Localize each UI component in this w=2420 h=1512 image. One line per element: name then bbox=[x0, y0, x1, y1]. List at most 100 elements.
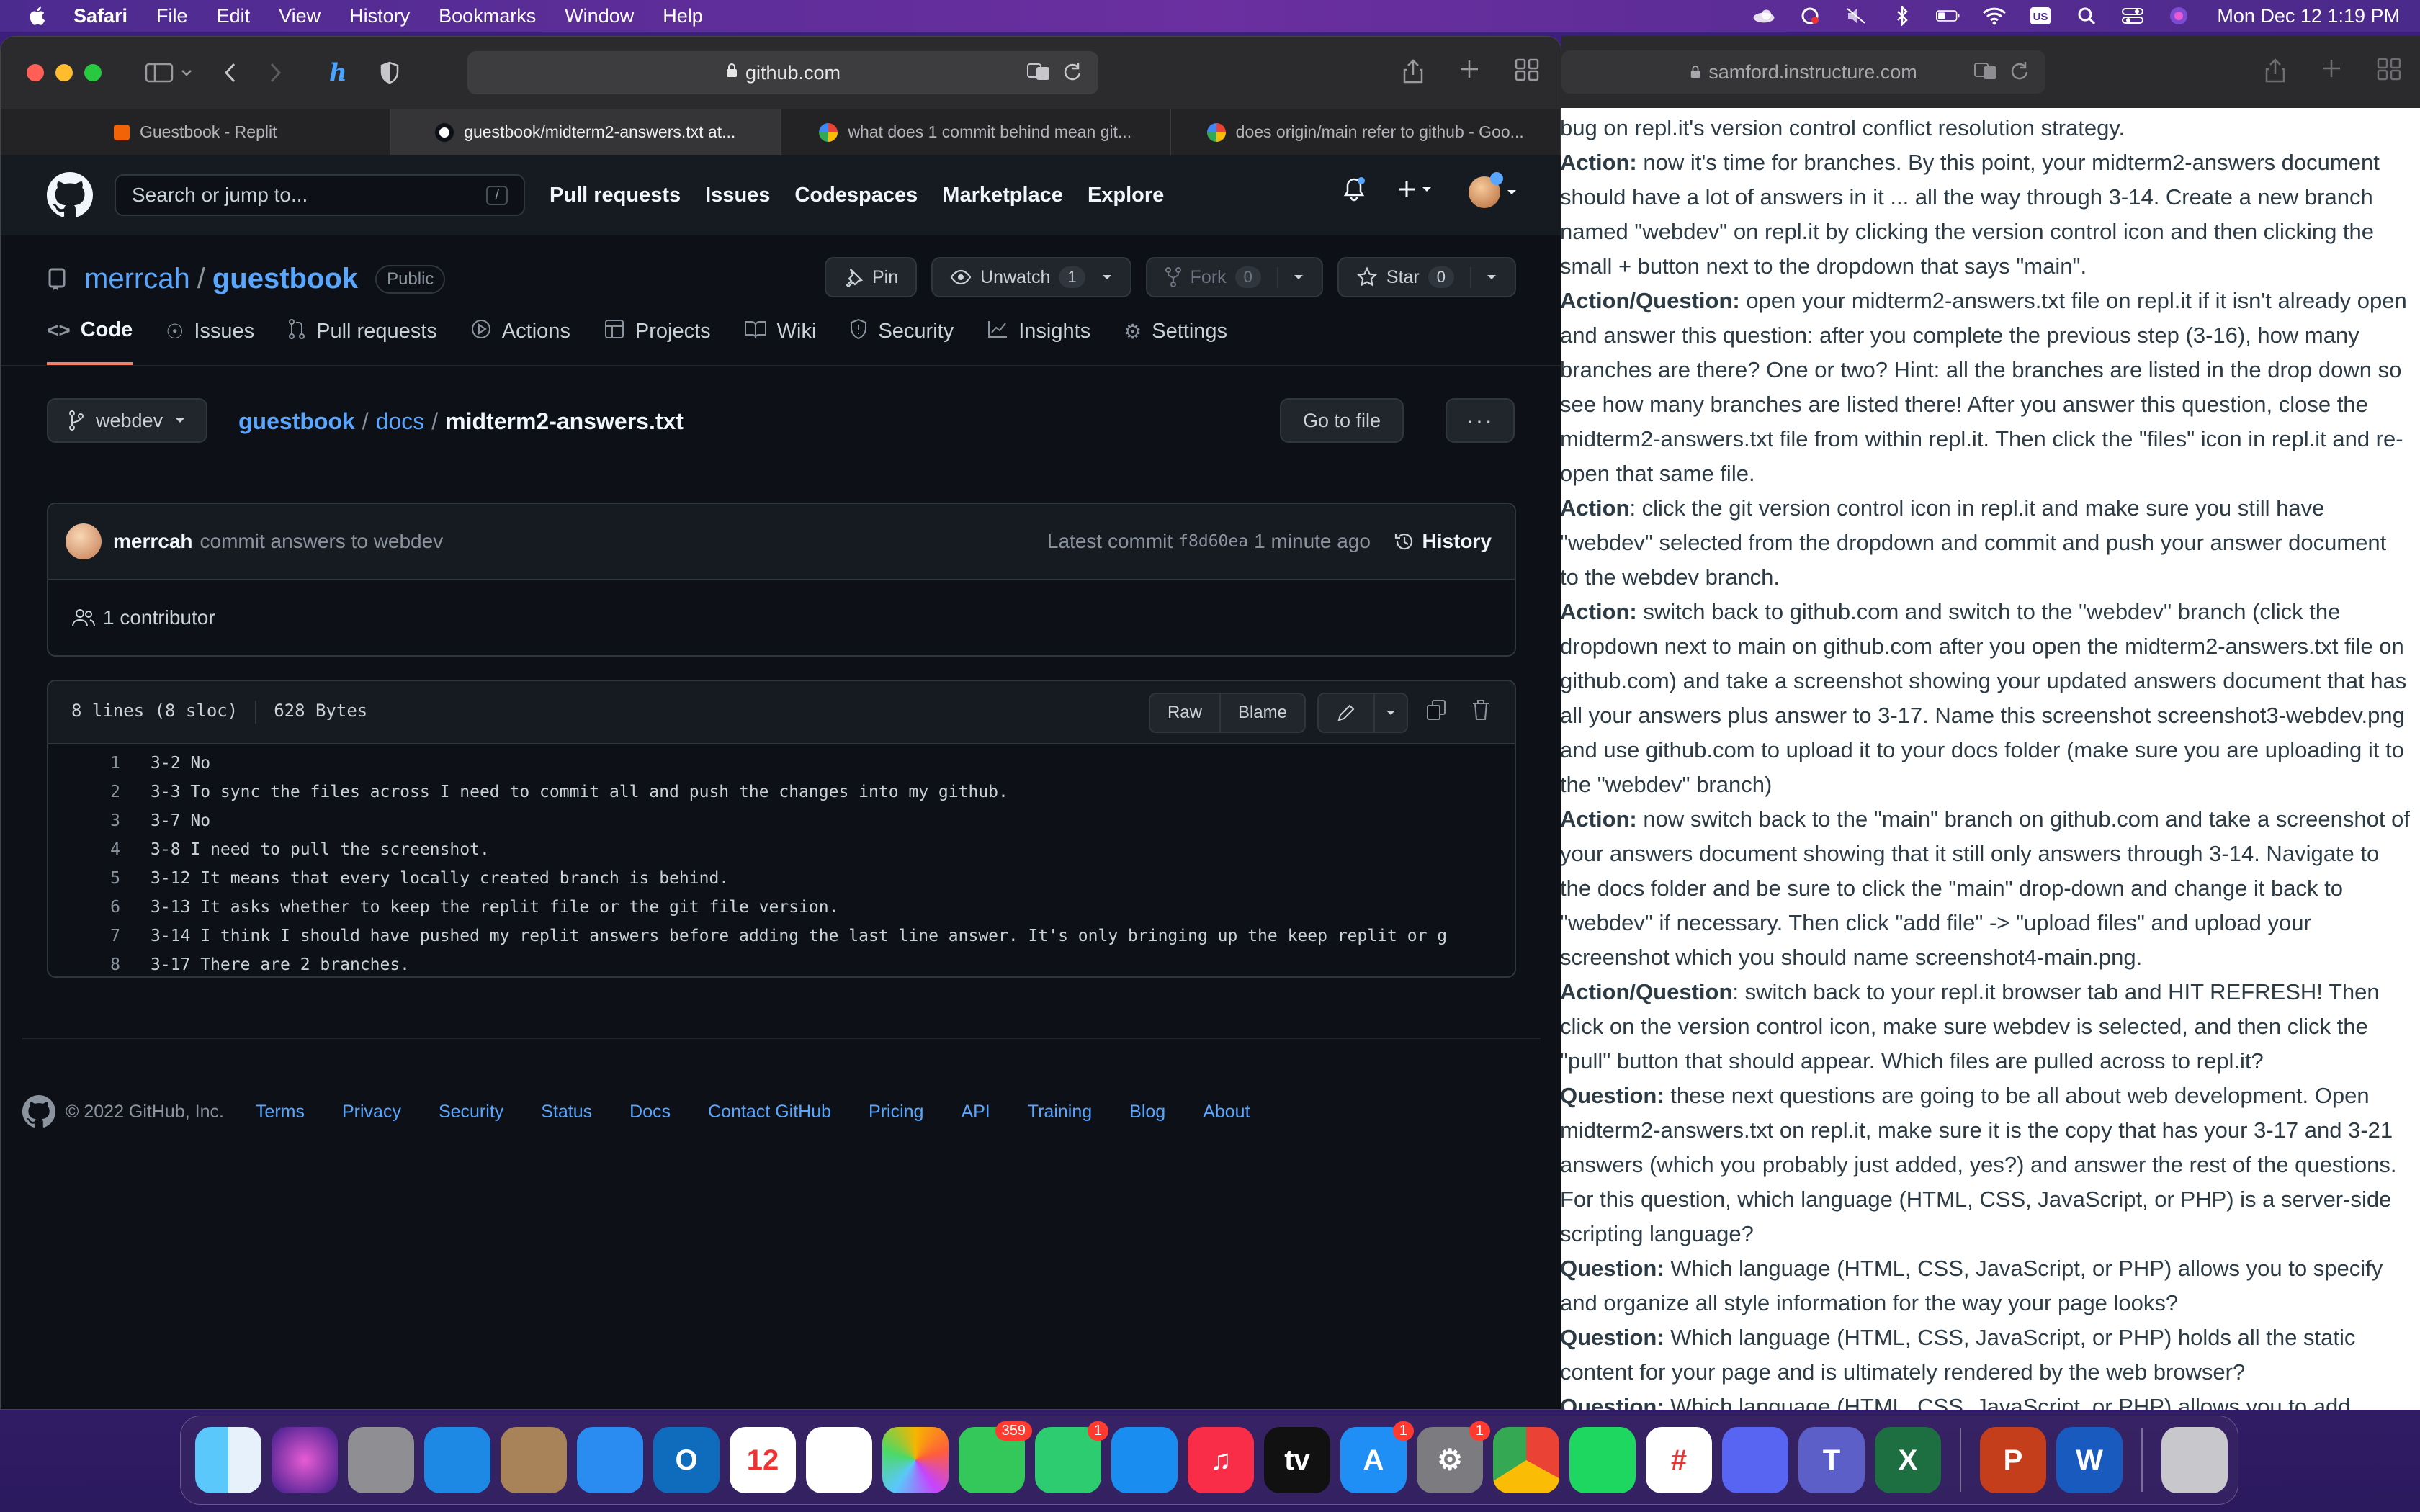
tab-pull-requests[interactable]: Pull requests bbox=[287, 318, 437, 365]
new-tab-icon[interactable] bbox=[2321, 58, 2342, 90]
create-new-icon[interactable] bbox=[1397, 179, 1437, 206]
tab-google-origin-main[interactable]: does origin/main refer to github - Goo..… bbox=[1171, 109, 1561, 155]
spotify-dock-icon[interactable] bbox=[1569, 1427, 1636, 1493]
reminders-dock-icon[interactable] bbox=[806, 1427, 872, 1493]
footer-link-contact[interactable]: Contact GitHub bbox=[708, 1102, 831, 1122]
input-source-icon[interactable]: US bbox=[2028, 6, 2053, 25]
safari-dock-icon[interactable] bbox=[424, 1427, 490, 1493]
launchpad-dock-icon[interactable] bbox=[348, 1427, 414, 1493]
mute-icon[interactable] bbox=[1844, 6, 1868, 25]
extension-h-icon[interactable]: h bbox=[326, 59, 351, 86]
tab-replit[interactable]: Guestbook - Replit bbox=[1, 109, 391, 155]
excel-dock-icon[interactable]: X bbox=[1875, 1427, 1941, 1493]
privacy-shield-icon[interactable] bbox=[380, 61, 400, 84]
zoom-window-button[interactable] bbox=[84, 64, 102, 81]
breadcrumb-repo-link[interactable]: guestbook bbox=[238, 408, 355, 435]
nav-pull-requests[interactable]: Pull requests bbox=[550, 184, 681, 207]
slack-dock-icon[interactable]: # bbox=[1646, 1427, 1712, 1493]
chrome-dock-icon[interactable] bbox=[1493, 1427, 1559, 1493]
cloud-icon[interactable] bbox=[1752, 6, 1776, 25]
menu-bookmarks[interactable]: Bookmarks bbox=[439, 5, 536, 27]
nav-explore[interactable]: Explore bbox=[1088, 184, 1164, 207]
notifications-bell-icon[interactable] bbox=[1343, 177, 1365, 207]
back-icon[interactable] bbox=[223, 61, 238, 84]
menu-clock[interactable]: Mon Dec 12 1:19 PM bbox=[2217, 5, 2400, 27]
app-store-dock-icon[interactable]: A1 bbox=[1340, 1421, 1414, 1493]
commit-author[interactable]: merrcah bbox=[113, 530, 193, 553]
reload-icon[interactable] bbox=[1062, 61, 1083, 88]
line-number[interactable]: 1 bbox=[48, 749, 151, 778]
footer-link-api[interactable]: API bbox=[961, 1102, 990, 1122]
keynote-dock-icon[interactable] bbox=[1111, 1427, 1178, 1493]
trash-dock-icon[interactable] bbox=[2161, 1427, 2228, 1493]
footer-link-status[interactable]: Status bbox=[541, 1102, 592, 1122]
tab-code[interactable]: <> Code bbox=[47, 318, 133, 365]
tab-overview-icon[interactable] bbox=[2377, 58, 2401, 90]
branch-select-button[interactable]: webdev bbox=[47, 398, 208, 443]
translate-icon[interactable] bbox=[1026, 61, 1052, 88]
word-dock-icon[interactable]: W bbox=[2056, 1427, 2123, 1493]
user-avatar-menu[interactable] bbox=[1469, 172, 1518, 208]
fork-button[interactable]: Fork 0 bbox=[1145, 257, 1323, 297]
line-number[interactable]: 6 bbox=[48, 893, 151, 922]
share-icon[interactable] bbox=[2264, 58, 2286, 90]
apple-menu-icon[interactable] bbox=[27, 5, 49, 27]
messages-dock-icon[interactable]: 359 bbox=[959, 1421, 1032, 1493]
menu-history[interactable]: History bbox=[349, 5, 410, 27]
new-tab-icon[interactable] bbox=[1458, 58, 1480, 91]
finder-dock-icon[interactable] bbox=[195, 1427, 261, 1493]
footer-link-blog[interactable]: Blog bbox=[1129, 1102, 1165, 1122]
commit-message[interactable]: commit answers to webdev bbox=[200, 530, 444, 553]
siri-icon[interactable] bbox=[2166, 6, 2191, 25]
pin-button[interactable]: Pin bbox=[824, 257, 918, 297]
line-number[interactable]: 2 bbox=[48, 778, 151, 806]
menu-app-name[interactable]: Safari bbox=[73, 5, 127, 27]
minimize-window-button[interactable] bbox=[55, 64, 73, 81]
share-icon[interactable] bbox=[1402, 58, 1424, 91]
tab-settings[interactable]: ⚙ Settings bbox=[1124, 318, 1227, 365]
menu-view[interactable]: View bbox=[279, 5, 321, 27]
control-center-icon[interactable] bbox=[2120, 6, 2145, 25]
commit-author-avatar[interactable] bbox=[66, 523, 102, 559]
canvas-address-bar[interactable]: samford.instructure.com bbox=[1561, 50, 2045, 94]
apple-tv-dock-icon[interactable]: tv bbox=[1264, 1427, 1330, 1493]
edit-dropdown-icon[interactable] bbox=[1375, 694, 1407, 732]
repo-owner-link[interactable]: merrcah bbox=[84, 263, 190, 295]
sidebar-toggle-icon[interactable] bbox=[145, 62, 194, 84]
tab-security[interactable]: Security bbox=[849, 318, 954, 365]
blame-button[interactable]: Blame bbox=[1220, 694, 1304, 732]
star-dropdown[interactable] bbox=[1470, 266, 1497, 288]
unwatch-button[interactable]: Unwatch 1 bbox=[931, 257, 1131, 297]
tab-issues[interactable]: ☉ Issues bbox=[166, 318, 254, 365]
calendar-dock-icon[interactable]: 12 bbox=[730, 1427, 796, 1493]
menu-window[interactable]: Window bbox=[565, 5, 634, 27]
reload-icon[interactable] bbox=[2009, 60, 2030, 87]
close-window-button[interactable] bbox=[27, 64, 44, 81]
footer-link-training[interactable]: Training bbox=[1028, 1102, 1092, 1122]
star-button[interactable]: Star 0 bbox=[1337, 257, 1516, 297]
translate-icon[interactable] bbox=[1973, 60, 1999, 87]
tab-projects[interactable]: Projects bbox=[604, 318, 711, 365]
nav-marketplace[interactable]: Marketplace bbox=[942, 184, 1063, 207]
powerpoint-dock-icon[interactable]: P bbox=[1980, 1427, 2046, 1493]
more-options-button[interactable]: ··· bbox=[1446, 398, 1515, 443]
footer-link-pricing[interactable]: Pricing bbox=[869, 1102, 923, 1122]
battery-icon[interactable] bbox=[1936, 6, 1960, 25]
breadcrumb-docs-link[interactable]: docs bbox=[376, 408, 425, 435]
music-dock-icon[interactable]: ♫ bbox=[1188, 1427, 1254, 1493]
raw-button[interactable]: Raw bbox=[1150, 694, 1221, 732]
forward-icon[interactable] bbox=[267, 61, 283, 84]
tab-overview-icon[interactable] bbox=[1515, 58, 1539, 91]
github-logo-icon[interactable] bbox=[47, 172, 93, 218]
tab-wiki[interactable]: Wiki bbox=[744, 318, 816, 365]
history-link[interactable]: History bbox=[1394, 530, 1492, 553]
line-number[interactable]: 7 bbox=[48, 922, 151, 950]
contacts-dock-icon[interactable] bbox=[501, 1427, 567, 1493]
mail-dock-icon[interactable] bbox=[577, 1427, 643, 1493]
footer-link-docs[interactable]: Docs bbox=[629, 1102, 671, 1122]
copy-icon[interactable] bbox=[1420, 699, 1453, 726]
outlook-dock-icon[interactable]: O bbox=[653, 1427, 720, 1493]
tab-google-commit-behind[interactable]: what does 1 commit behind mean git... bbox=[781, 109, 1171, 155]
system-preferences-dock-icon[interactable]: ⚙ 1 bbox=[1417, 1421, 1490, 1493]
spotlight-search-icon[interactable] bbox=[2074, 6, 2099, 25]
